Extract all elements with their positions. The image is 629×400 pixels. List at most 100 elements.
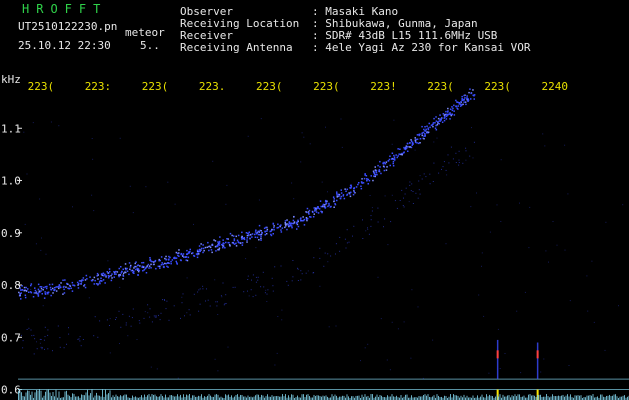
noise-floor-bar: [612, 395, 613, 400]
signal-dot: [120, 266, 122, 268]
noise-dot: [327, 253, 329, 255]
signal-dot: [373, 171, 375, 174]
signal-dot: [126, 267, 128, 270]
noise-floor-bar: [367, 395, 369, 400]
noise-dot: [181, 296, 183, 298]
signal-dot: [207, 241, 209, 244]
noise-floor-bar: [372, 394, 373, 400]
signal-dot: [280, 229, 282, 231]
noise-dot: [150, 366, 152, 368]
noise-dot: [149, 316, 151, 318]
signal-dot: [427, 127, 429, 129]
signal-dot: [104, 282, 106, 284]
signal-dot: [28, 291, 30, 293]
noise-floor-bar: [267, 394, 268, 400]
signal-dot: [165, 258, 168, 261]
noise-floor-bar: [357, 395, 358, 400]
noise-dot: [165, 308, 167, 310]
noise-dot: [139, 322, 141, 324]
signal-dot: [256, 236, 259, 239]
y-tick-label: 0.8: [1, 279, 21, 292]
signal-dot: [209, 246, 212, 249]
signal-dot: [376, 173, 378, 176]
noise-dot: [417, 197, 419, 199]
noise-dot: [193, 223, 194, 225]
noise-floor-bar: [27, 390, 28, 400]
signal-dot: [115, 273, 117, 275]
signal-dot: [175, 260, 177, 263]
noise-dot: [166, 300, 168, 302]
noise-floor-bar: [432, 396, 433, 400]
noise-dot: [418, 180, 420, 182]
signal-dot: [366, 180, 368, 182]
noise-dot: [300, 161, 302, 163]
noise-dot: [362, 219, 363, 221]
noise-floor-bar: [277, 395, 279, 400]
signal-dot: [416, 142, 418, 144]
signal-dot: [141, 266, 143, 268]
noise-floor-bar: [171, 395, 172, 400]
signal-dot: [80, 281, 83, 283]
noise-dot: [132, 212, 134, 214]
signal-dot: [222, 239, 224, 241]
noise-floor-bar: [322, 395, 324, 400]
noise-dot: [319, 247, 321, 249]
noise-dot: [622, 204, 624, 206]
noise-floor-bar: [87, 389, 88, 400]
noise-dot: [33, 353, 35, 355]
signal-dot: [389, 164, 391, 167]
signal-dot: [219, 236, 221, 238]
signal-dot: [285, 225, 287, 227]
noise-dot: [99, 320, 101, 322]
noise-floor-bar: [577, 395, 579, 400]
signal-dot: [336, 191, 338, 193]
noise-dot: [443, 161, 445, 163]
signal-dot: [445, 113, 448, 116]
signal-dot: [133, 267, 135, 269]
noise-floor-bar: [517, 394, 519, 400]
signal-dot: [424, 133, 426, 135]
noise-floor-bar: [507, 395, 508, 400]
signal-dot: [310, 216, 312, 218]
signal-dot: [255, 229, 257, 231]
noise-dot: [35, 243, 37, 245]
noise-dot: [189, 314, 191, 316]
signal-dot: [187, 252, 189, 255]
noise-dot: [26, 173, 28, 175]
noise-dot: [292, 260, 294, 261]
noise-dot: [43, 339, 45, 341]
signal-dot: [66, 282, 68, 285]
noise-floor-bar: [450, 394, 451, 400]
noise-floor-bar: [586, 395, 588, 400]
signal-dot: [305, 211, 307, 213]
noise-floor-bar: [189, 394, 190, 400]
signal-dot: [432, 122, 435, 124]
noise-dot: [168, 319, 170, 321]
noise-dot: [221, 296, 223, 298]
signal-dot: [353, 187, 355, 190]
noise-dot: [42, 305, 44, 307]
noise-floor-bar: [622, 395, 624, 400]
noise-dot: [26, 329, 28, 330]
signal-dot: [247, 233, 250, 235]
signal-dot: [241, 244, 244, 246]
noise-floor-bar: [244, 396, 246, 400]
noise-floor-bar: [550, 396, 552, 400]
noise-floor-bar: [496, 394, 498, 400]
noise-dot: [380, 318, 382, 320]
noise-dot: [481, 265, 482, 267]
signal-dot: [218, 241, 221, 243]
noise-floor-bar: [427, 394, 429, 400]
signal-dot: [141, 262, 143, 264]
signal-dot: [72, 284, 74, 286]
signal-dot: [421, 125, 423, 128]
signal-dot: [362, 182, 365, 184]
noise-dot: [319, 285, 321, 287]
signal-dot: [346, 194, 348, 196]
signal-dot: [67, 287, 69, 289]
noise-dot: [429, 173, 431, 175]
signal-dot: [408, 146, 411, 148]
noise-dot: [520, 372, 522, 374]
signal-dot: [199, 250, 201, 253]
signal-dot: [464, 97, 466, 99]
